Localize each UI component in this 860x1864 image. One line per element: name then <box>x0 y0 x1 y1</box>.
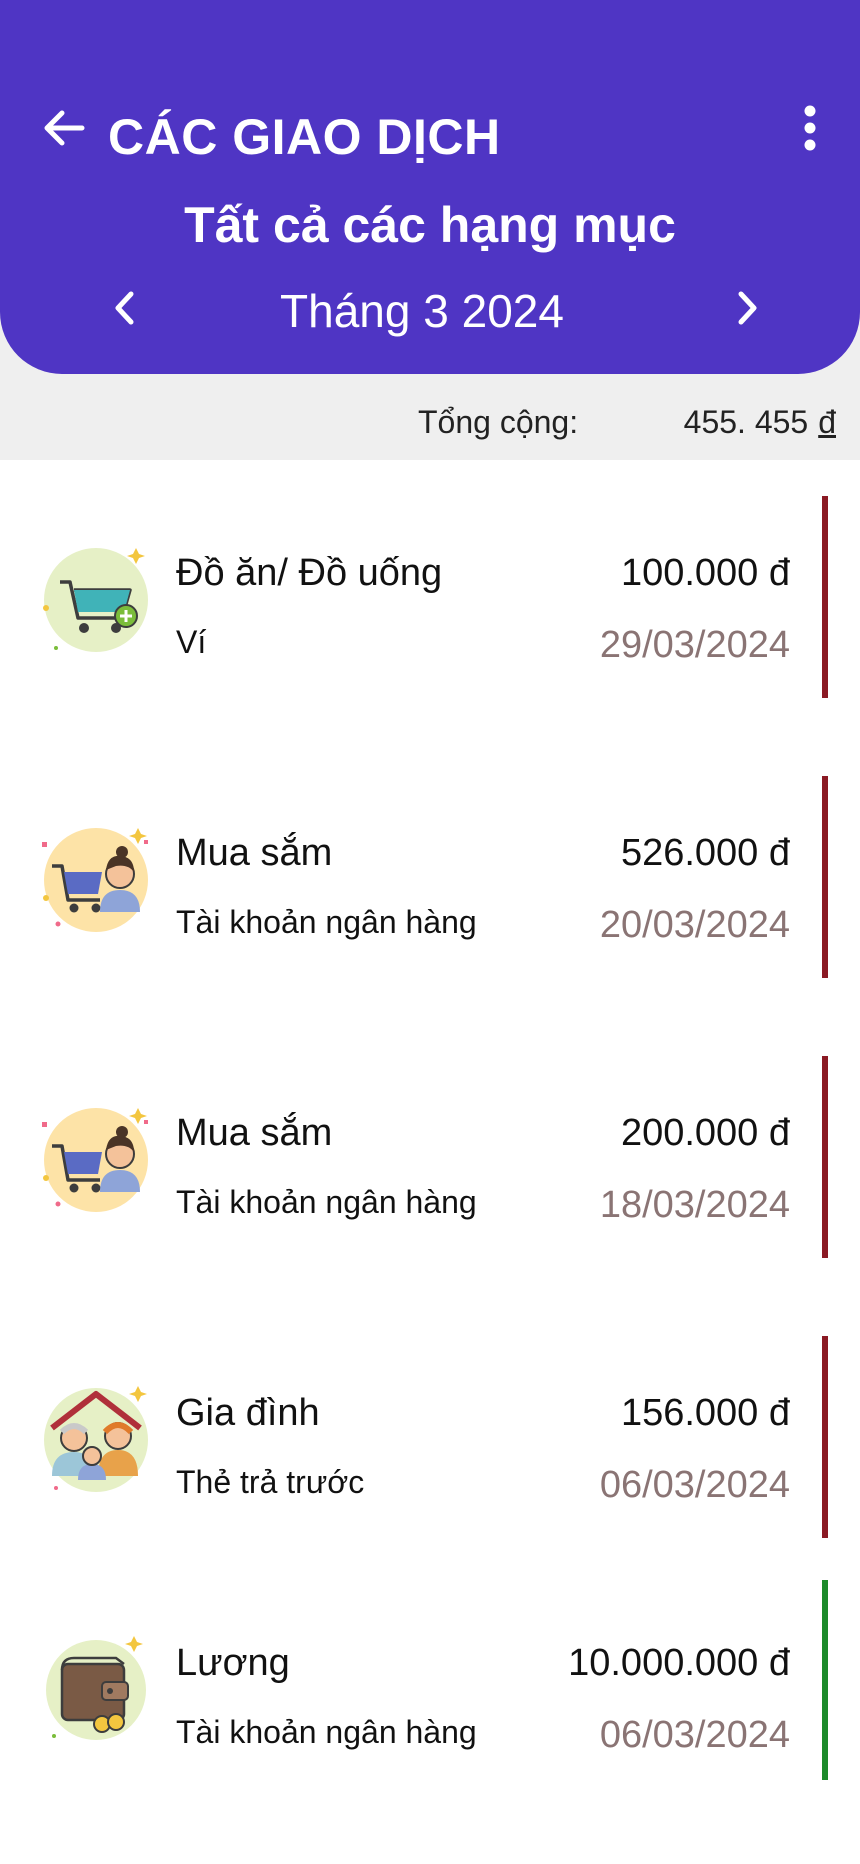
transaction-account: Ví <box>176 624 207 660</box>
app-header: CÁC GIAO DỊCH Tất cả các hạng mục Tháng … <box>0 0 860 374</box>
expense-indicator <box>822 1056 828 1258</box>
transaction-date: 18/03/2024 <box>599 1184 790 1226</box>
more-vertical-icon <box>804 105 816 151</box>
more-options-button[interactable] <box>790 100 830 156</box>
category-filter-label[interactable]: Tất cả các hạng mục <box>0 196 860 254</box>
next-month-button[interactable] <box>724 282 772 334</box>
transaction-account: Thẻ trả trước <box>176 1464 365 1500</box>
transaction-amount: 10.000.000 đ <box>568 1642 790 1684</box>
transaction-account: Tài khoản ngân hàng <box>176 904 477 940</box>
transaction-category: Đồ ăn/ Đồ uống <box>176 552 443 594</box>
page-title: CÁC GIAO DỊCH <box>108 109 501 165</box>
transaction-amount: 100.000 đ <box>620 552 790 594</box>
total-value: 455. 455 đ <box>684 404 836 441</box>
transaction-item[interactable]: Mua sắm Tài khoản ngân hàng 200.000 đ 18… <box>0 1020 860 1300</box>
transaction-date: 06/03/2024 <box>599 1464 790 1506</box>
shopper-icon <box>38 1100 154 1216</box>
transaction-account: Tài khoản ngân hàng <box>176 1714 477 1750</box>
expense-indicator <box>822 1336 828 1538</box>
transaction-category: Mua sắm <box>176 1112 333 1154</box>
transaction-category: Lương <box>176 1642 290 1684</box>
month-label: Tháng 3 2024 <box>280 285 564 337</box>
arrow-left-icon <box>44 110 85 146</box>
expense-indicator <box>822 776 828 978</box>
family-icon <box>38 1380 154 1496</box>
transaction-category: Mua sắm <box>176 832 333 874</box>
wallet-icon <box>38 1630 154 1746</box>
transaction-amount: 156.000 đ <box>620 1392 790 1434</box>
transaction-date: 29/03/2024 <box>599 624 790 666</box>
shopper-icon <box>38 820 154 936</box>
transaction-category: Gia đình <box>176 1392 320 1434</box>
transaction-item[interactable]: Lương Tài khoản ngân hàng 10.000.000 đ 0… <box>0 1580 860 1840</box>
total-amount: 455. 455 <box>683 404 809 440</box>
total-label: Tổng cộng: <box>418 404 579 440</box>
expense-indicator <box>822 496 828 698</box>
transaction-amount: 526.000 đ <box>620 832 790 874</box>
chevron-right-icon <box>738 291 757 325</box>
transaction-account: Tài khoản ngân hàng <box>176 1184 477 1220</box>
transaction-date: 20/03/2024 <box>599 904 790 946</box>
total-currency: đ <box>818 404 836 440</box>
transaction-list: Đồ ăn/ Đồ uống Ví 100.000 đ 29/03/2024 M… <box>0 460 860 1840</box>
back-button[interactable] <box>36 100 92 156</box>
transaction-date: 06/03/2024 <box>599 1714 790 1756</box>
transaction-item[interactable]: Gia đình Thẻ trả trước 156.000 đ 06/03/2… <box>0 1300 860 1580</box>
transaction-amount: 200.000 đ <box>620 1112 790 1154</box>
income-indicator <box>822 1580 828 1780</box>
shopping-cart-icon <box>38 540 154 656</box>
transaction-item[interactable]: Mua sắm Tài khoản ngân hàng 526.000 đ 20… <box>0 740 860 1020</box>
transaction-item[interactable]: Đồ ăn/ Đồ uống Ví 100.000 đ 29/03/2024 <box>0 460 860 740</box>
